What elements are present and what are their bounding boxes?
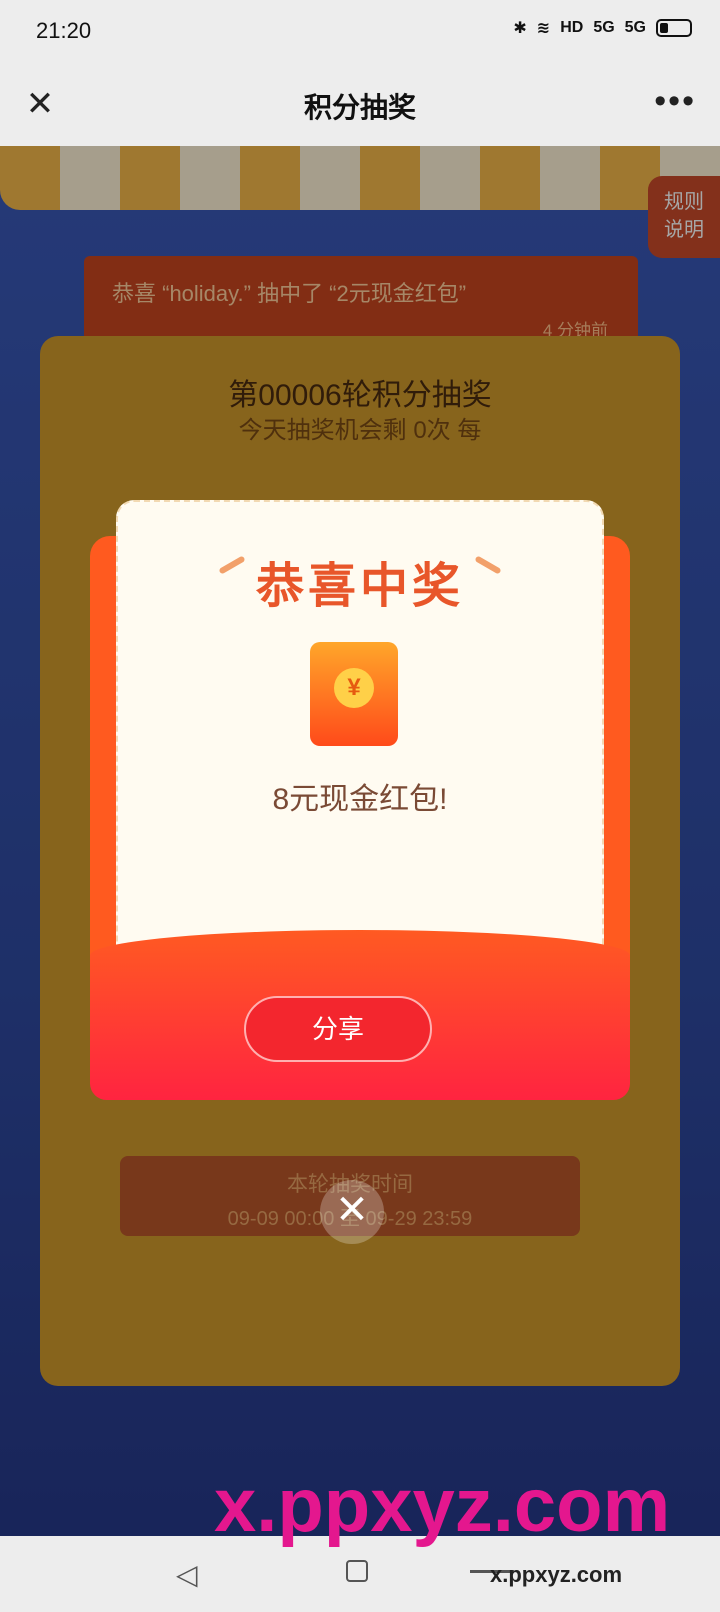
nav-home-icon[interactable] [346, 1560, 368, 1582]
hd-badge: HD [560, 19, 584, 36]
page-title: 积分抽奖 [303, 92, 416, 123]
status-bar: 21:20 ✱ ≋ HD 5G 5G [0, 0, 720, 62]
share-button[interactable]: 分享 [244, 996, 432, 1062]
battery-icon [656, 19, 692, 37]
prize-modal: 恭喜中奖 ¥ 8元现金红包! 分享 [90, 500, 630, 1100]
wifi-icon: ≋ [536, 20, 551, 37]
watermark-small: x.ppxyz.com [490, 1562, 623, 1587]
status-time: 21:20 [36, 18, 92, 43]
nav-back-icon[interactable]: ◁ [176, 1558, 198, 1591]
modal-card: 恭喜中奖 ¥ 8元现金红包! [116, 500, 604, 970]
bluetooth-icon: ✱ [513, 20, 527, 37]
signal-2-icon: 5G [624, 19, 646, 36]
more-icon[interactable]: ••• [654, 82, 696, 121]
prize-text: 8元现金红包! [272, 783, 448, 816]
status-icons: ✱ ≋ HD 5G 5G [513, 18, 692, 38]
title-bar: ✕ 积分抽奖 ••• [0, 62, 720, 146]
red-envelope-icon: ¥ [310, 642, 398, 746]
signal-1-icon: 5G [593, 19, 615, 36]
yen-coin-icon: ¥ [334, 668, 374, 708]
modal-heading: 恭喜中奖 [255, 560, 464, 613]
close-modal-button[interactable]: ✕ [320, 1180, 384, 1244]
watermark: x.ppxyz.com [214, 1463, 671, 1548]
